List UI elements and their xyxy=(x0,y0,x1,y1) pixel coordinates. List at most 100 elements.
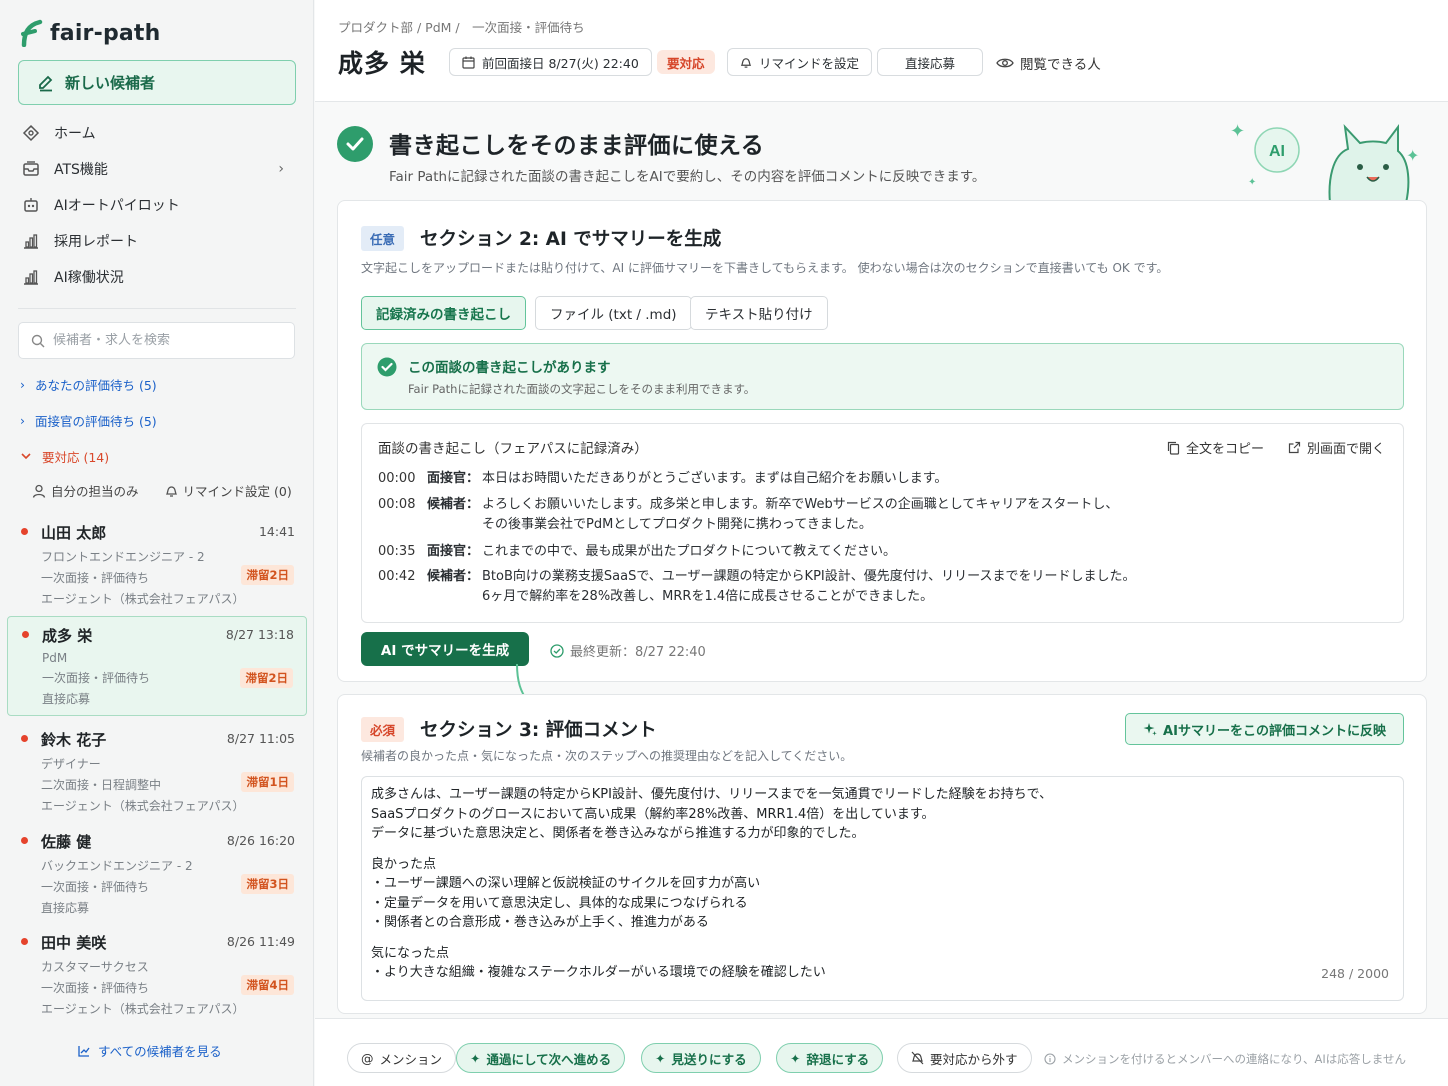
eye-icon xyxy=(996,58,1014,68)
inbox-icon xyxy=(23,161,39,176)
sidebar-item-home[interactable]: ホーム xyxy=(18,115,296,151)
sparkle-icon: ✦ xyxy=(790,1050,801,1066)
sidebar-item-autopilot[interactable]: AIオートパイロット xyxy=(18,187,296,223)
reflect-summary-button[interactable]: AIサマリーをこの評価コメントに反映 xyxy=(1125,713,1404,745)
main-panel: プロダクト部 / PdM / 一次面接・評価待ち 成多 栄 前回面接日 8/27… xyxy=(315,0,1448,1086)
last-interview-chip[interactable]: 前回面接日 8/27(火) 22:40 xyxy=(449,48,652,76)
tab-recorded-transcript[interactable]: 記録済みの書き起こし xyxy=(361,296,526,330)
action-bar: @ メンション ✦ 通過にして次へ進める ✦ 見送りにする ✦ 辞退にする 要対… xyxy=(315,1018,1448,1086)
comment-line: ・定量データを用いて意思決定し、具体的な成果につなげられる xyxy=(371,895,748,911)
character-counter: 248 / 2000 xyxy=(1321,965,1389,981)
section-title: セクション 3: 評価コメント xyxy=(420,720,657,741)
breadcrumb[interactable]: プロダクト部 / PdM / 一次面接・評価待ち xyxy=(338,17,585,36)
line-time: 00:00 xyxy=(378,471,416,486)
tab-file-upload[interactable]: ファイル (txt / .md) xyxy=(535,296,692,330)
hold-button[interactable]: ✦ 見送りにする xyxy=(641,1043,761,1073)
filter-reminder-label: リマインド設定 (0) xyxy=(182,484,292,499)
group-label: 面接官の評価待ち (5) xyxy=(35,413,157,429)
new-candidate-button[interactable]: 新しい候補者 xyxy=(18,60,296,105)
pass-label: 通過にして次へ進める xyxy=(486,1051,612,1067)
bar-chart-icon xyxy=(24,234,38,249)
cat-mascot-illustration: ✦ ✦ AI ✦ xyxy=(1230,121,1419,203)
remove-action-required-button[interactable]: 要対応から外す xyxy=(897,1043,1032,1073)
section-description: 文字起こしをアップロードまたは貼り付けて、AI に評価サマリーを下書きしてもらえ… xyxy=(361,261,1169,275)
unread-dot xyxy=(21,528,28,535)
sidebar-item-ats[interactable]: ATS機能 › xyxy=(18,151,296,187)
comment-heading: 気になった点 xyxy=(371,945,450,961)
divider xyxy=(18,308,296,309)
comment-line: SaaSプロダクトのグロースにおいて高い成果（解約率28%改善、MRR1.4倍）… xyxy=(371,806,935,822)
candidate-source: エージェント（株式会社フェアパス） xyxy=(41,1002,245,1016)
mention-hint: メンションを付けるとメンバーへの連絡になり、AIは応答しません xyxy=(1044,1051,1406,1067)
search-box[interactable] xyxy=(18,322,295,359)
unread-dot xyxy=(21,938,28,945)
candidate-item[interactable]: 佐藤 健 8/26 16:20 バックエンドエンジニア - 2 一次面接・評価待… xyxy=(7,823,307,923)
comment-concerns: 気になった点 ・より大きな組織・複雑なステークホルダーがいる環境での経験を確認し… xyxy=(371,944,1394,983)
group-interviewer-evaluation[interactable]: › 面接官の評価待ち (5) xyxy=(20,409,157,431)
decline-button[interactable]: ✦ 辞退にする xyxy=(776,1043,884,1073)
comment-heading: 良かった点 xyxy=(371,856,437,872)
copy-all-button[interactable]: 全文をコピー xyxy=(1167,438,1264,457)
filter-reminder[interactable]: リマインド設定 (0) xyxy=(165,481,292,500)
sidebar-item-reports[interactable]: 採用レポート xyxy=(18,223,296,259)
set-reminder-button[interactable]: リマインドを設定 xyxy=(727,48,873,76)
sidebar-item-label: ホーム xyxy=(54,126,96,142)
comment-line: 成多さんは、ユーザー課題の特定からKPI設計、優先度付け、リリースまでを一気通貫… xyxy=(371,787,1053,802)
search-input[interactable] xyxy=(53,333,273,348)
hero-subtitle: Fair Pathに記録された面談の書き起こしをAIで要約し、その内容を評価コメ… xyxy=(389,169,986,185)
generate-summary-button[interactable]: AI でサマリーを生成 xyxy=(361,632,529,666)
see-all-candidates-link[interactable]: すべての候補者を見る xyxy=(78,1041,222,1060)
chevron-down-icon xyxy=(21,453,31,460)
sidebar-item-ai-status[interactable]: AI稼働状況 xyxy=(18,259,296,295)
chevron-right-icon: › xyxy=(278,161,284,177)
line-text: 本日はお時間いただきありがとうございます。まずは自己紹介をお願いします。 xyxy=(482,471,948,486)
candidate-item[interactable]: 山田 太郎 14:41 フロントエンドエンジニア - 2 一次面接・評価待ち エ… xyxy=(7,514,307,614)
new-candidate-label: 新しい候補者 xyxy=(65,74,156,92)
home-icon xyxy=(22,124,40,142)
group-my-evaluation[interactable]: › あなたの評価待ち (5) xyxy=(20,373,157,395)
open-new-window-button[interactable]: 別画面で開く xyxy=(1288,438,1385,457)
candidate-source: エージェント（株式会社フェアパス） xyxy=(41,592,245,606)
candidate-item-selected[interactable]: 成多 栄 8/27 13:18 PdM 一次面接・評価待ち 直接応募 滞留2日 xyxy=(7,616,307,716)
mention-button[interactable]: @ メンション xyxy=(347,1043,457,1073)
candidate-time: 8/27 13:18 xyxy=(225,627,294,642)
candidate-filters: 自分の担当のみ リマインド設定 (0) xyxy=(32,481,292,500)
section-title: セクション 2: AI でサマリーを生成 xyxy=(420,229,722,250)
bell-icon xyxy=(740,57,752,68)
line-time: 00:35 xyxy=(378,544,416,559)
candidate-role: バックエンドエンジニア - 2 xyxy=(41,859,193,873)
candidate-time: 8/26 16:20 xyxy=(226,833,295,848)
mention-label: メンション xyxy=(379,1051,443,1067)
pass-button[interactable]: ✦ 通過にして次へ進める xyxy=(456,1043,626,1073)
hero-title: 書き起こしをそのまま評価に使える xyxy=(389,133,765,159)
candidate-role: カスタマーサクセス xyxy=(41,960,149,974)
candidate-time: 14:41 xyxy=(258,524,295,539)
sidebar-item-label: AI稼働状況 xyxy=(54,270,124,286)
section-evaluation-comment: 必須 セクション 3: 評価コメント 候補者の良かった点・気になった点・次のステ… xyxy=(337,694,1427,1014)
sparkle-icon: ✦ xyxy=(470,1050,481,1066)
filter-mine-label: 自分の担当のみ xyxy=(51,484,139,499)
source-chip[interactable]: 直接応募 xyxy=(877,48,983,76)
candidate-item[interactable]: 鈴木 花子 8/27 11:05 デザイナー 二次面接・日程調整中 エージェント… xyxy=(7,721,307,821)
comment-good-points: 良かった点 ・ユーザー課題への深い理解と仮説検証のサイクルを回す力が高い ・定量… xyxy=(371,855,1394,933)
hint-text: メンションを付けるとメンバーへの連絡になり、AIは応答しません xyxy=(1062,1052,1406,1066)
tab-paste-text[interactable]: テキスト貼り付け xyxy=(690,296,828,330)
search-icon xyxy=(31,334,45,347)
evaluation-comment-textarea[interactable]: 成多さんは、ユーザー課題の特定からKPI設計、優先度付け、リリースまでを一気通貫… xyxy=(361,776,1404,1001)
open-new-label: 別画面で開く xyxy=(1307,442,1386,457)
logo[interactable]: fair-path xyxy=(18,16,161,50)
transcript-available-notice: この面談の書き起こしがあります Fair Pathに記録された面談の文字起こしを… xyxy=(361,343,1404,410)
group-action-required[interactable]: 要対応 (14) xyxy=(20,445,109,467)
candidate-item[interactable]: 田中 美咲 8/26 11:49 カスタマーサクセス 一次面接・評価待ち エージ… xyxy=(7,924,307,1024)
viewers-button[interactable]: 閲覧できる人 xyxy=(996,53,1101,73)
section-description: 候補者の良かった点・気になった点・次のステップへの推奨理由などを記入してください… xyxy=(361,749,853,763)
last-interview-label: 前回面接日 8/27(火) 22:40 xyxy=(482,55,639,71)
sidebar-item-label: AIオートパイロット xyxy=(54,198,180,214)
filter-mine[interactable]: 自分の担当のみ xyxy=(32,481,139,500)
status-badge: 要対応 xyxy=(657,50,715,74)
line-speaker: 面接官： xyxy=(427,544,480,559)
candidate-source: 直接応募 xyxy=(42,692,91,706)
chevron-right-icon: › xyxy=(20,412,25,428)
line-speaker: 候補者： xyxy=(427,497,480,512)
line-time: 00:42 xyxy=(378,569,416,584)
